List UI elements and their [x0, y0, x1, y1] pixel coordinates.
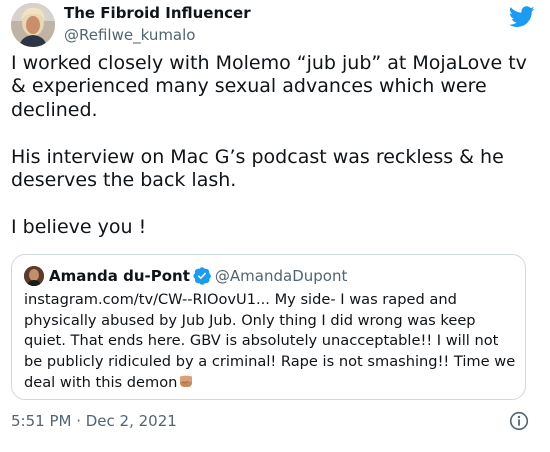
raised-fist-medium-skin-tone-icon — [177, 372, 195, 390]
quoted-tweet-body: instagram.com/tv/CW--RIOovU1... My side-… — [24, 291, 516, 391]
quoted-tweet[interactable]: Amanda du-Pont @AmandaDupont instagram.c… — [11, 254, 526, 400]
author-avatar[interactable] — [11, 3, 55, 47]
info-icon[interactable] — [509, 411, 529, 431]
quoted-tweet-text: instagram.com/tv/CW--RIOovU1... My side-… — [24, 290, 516, 394]
embedded-tweet: The Fibroid Influencer @Refilwe_kumalo I… — [0, 0, 550, 452]
tweet-text: I worked closely with Molemo “jub jub” a… — [11, 52, 527, 238]
twitter-bird-icon[interactable] — [508, 6, 535, 28]
author-handle[interactable]: @Refilwe_kumalo — [64, 25, 251, 45]
quoted-tweet-header: Amanda du-Pont @AmandaDupont — [24, 266, 347, 286]
verified-badge-icon — [193, 267, 211, 285]
author-display-name[interactable]: The Fibroid Influencer — [64, 3, 251, 23]
author-info: The Fibroid Influencer @Refilwe_kumalo — [64, 3, 251, 45]
quoted-author-avatar[interactable] — [24, 266, 44, 286]
tweet-timestamp[interactable]: 5:51 PM · Dec 2, 2021 — [11, 412, 177, 430]
quoted-author-handle[interactable]: @AmandaDupont — [215, 267, 347, 285]
quoted-author-display-name[interactable]: Amanda du-Pont — [49, 267, 190, 285]
